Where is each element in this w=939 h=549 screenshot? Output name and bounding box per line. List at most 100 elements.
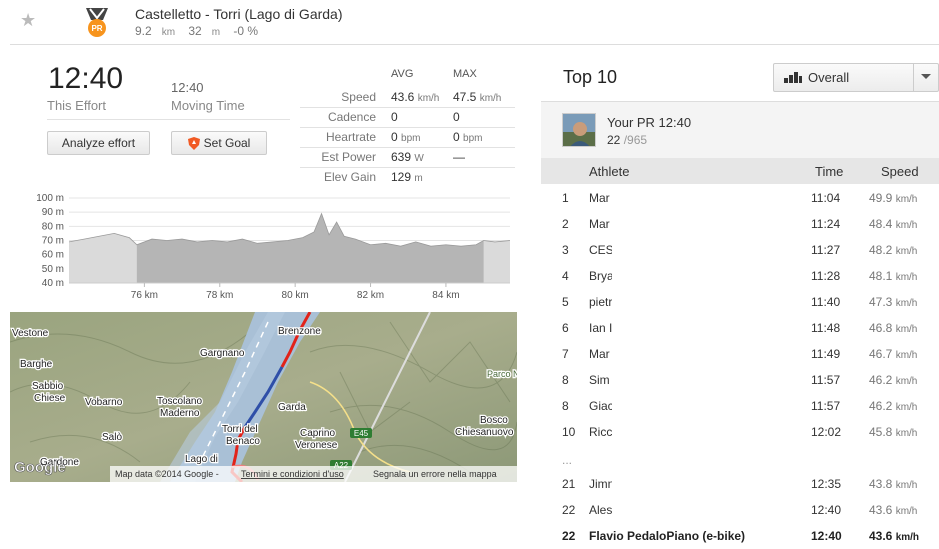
bar-chart-icon [784,72,802,83]
stat-avg: 639 W [391,150,424,164]
x-tick-label: 84 km [432,290,459,301]
y-tick-label: 50 m [42,264,64,275]
row-athlete-name[interactable]: pietr [589,295,612,309]
row-time: 11:48 [811,321,841,335]
star-icon[interactable]: ★ [20,10,36,31]
map-label: Lago di [185,454,218,465]
y-tick-label: 90 m [42,207,64,218]
row-time: 11:49 [811,347,841,361]
row-athlete-name[interactable]: Ricc [589,425,612,439]
map-label: Vobarno [85,397,123,408]
map-label: Salò [102,432,122,443]
row-speed: 46.2 km/h [869,399,918,413]
y-tick-label: 70 m [42,236,64,247]
map-label: Parco Naturale [487,369,517,379]
avg-header: AVG [391,68,414,80]
map-label: Torri del [222,424,258,435]
segment-grade: -0 % [233,24,259,38]
col-time[interactable]: Time [815,164,843,179]
row-athlete-name[interactable]: Giac [589,399,614,413]
row-athlete-name[interactable]: Ales [589,503,612,517]
row-athlete-name[interactable]: Mar [589,191,610,205]
map-report-link: Segnala un errore nella mappa [373,469,497,479]
row-athlete-name[interactable]: Mar [589,347,610,361]
row-speed: 48.2 km/h [869,243,918,257]
row-athlete-name[interactable]: Flavio PedaloPiano (e-bike) [589,529,745,543]
row-speed: 48.4 km/h [869,217,918,231]
col-athlete[interactable]: Athlete [589,164,629,179]
row-speed: 45.8 km/h [869,425,918,439]
row-athlete-name[interactable]: Mar [589,217,610,231]
x-tick-label: 78 km [206,290,233,301]
svg-text:PR: PR [91,24,102,33]
segment-stats: 9.2 km 32 m -0 % [135,24,259,38]
y-tick-label: 40 m [42,278,64,289]
y-tick-label: 60 m [42,250,64,261]
header-divider [10,44,939,45]
stat-avg: 0 bpm [391,130,421,144]
row-rank: 7 [562,347,569,361]
segment-map[interactable]: Vestone Barghe Sabbio Chiese Vobarno Tos… [10,312,517,482]
stat-label: Speed [341,90,376,104]
row-speed: 46.2 km/h [869,373,918,387]
map-label: Chiesanuovo [455,427,514,438]
stat-avg: 0 [391,110,398,124]
row-rank: 3 [562,243,569,257]
map-label: Maderno [160,408,200,419]
row-speed: 46.7 km/h [869,347,918,361]
map-label: Garda [278,402,306,413]
segment-distance: 9.2 [135,24,152,38]
avatar[interactable] [562,113,596,147]
moving-time-label: Moving Time [171,98,245,113]
effort-time-label: This Effort [47,98,107,113]
leaderboard-ellipsis: ... [562,453,573,467]
stat-label: Est Power [321,150,376,164]
chevron-down-icon[interactable] [921,74,931,79]
segment-title[interactable]: Castelletto - Torri (Lago di Garda) [135,6,343,22]
elevation-chart[interactable]: 100 m 90 m 80 m 70 m 60 m 50 m 40 m 76 km 78 km 8… [10,192,515,302]
row-rank: 6 [562,321,569,335]
row-athlete-name[interactable]: Ian I [589,321,612,335]
row-time: 11:04 [811,191,841,205]
leaderboard-title: Top 10 [563,67,618,87]
max-header: MAX [453,68,477,80]
stat-label: Elev Gain [323,170,376,184]
row-speed: 43.6 km/h [869,503,918,517]
svg-text:E45: E45 [354,429,369,438]
row-speed: 46.8 km/h [869,321,918,335]
row-rank: 22 [562,529,576,543]
map-canvas: Vestone Barghe Sabbio Chiese Vobarno Tos… [10,312,517,482]
row-rank: 10 [562,425,576,439]
row-athlete-name[interactable]: Brya [589,269,614,283]
row-time: 12:40 [811,529,842,543]
analyze-effort-button[interactable]: Analyze effort [47,131,150,155]
row-rank: 21 [562,477,576,491]
row-athlete-name[interactable]: Sim [589,373,610,387]
row-rank: 22 [562,503,576,517]
effort-time: 12:40 [48,62,124,95]
map-label: Veronese [295,440,338,451]
row-time: 11:24 [811,217,841,231]
map-label: Barghe [20,359,53,370]
row-rank: 8 [562,373,569,387]
your-pr-rank: 22 /965 [607,133,648,147]
row-rank: 4 [562,269,569,283]
map-label: Chiese [34,393,66,404]
row-speed: 43.8 km/h [869,477,918,491]
row-rank: 1 [562,191,569,205]
stat-divider [300,147,515,148]
map-label: Sabbio [32,381,64,392]
row-athlete-name[interactable]: CES [589,243,614,257]
row-athlete-name[interactable]: Jimn [589,477,614,491]
row-time: 11:57 [811,399,841,413]
stat-divider [300,167,515,168]
set-goal-button[interactable]: Set Goal [171,131,267,155]
your-pr-box [541,102,939,158]
overall-filter-label[interactable]: Overall [808,70,849,85]
col-speed[interactable]: Speed [881,164,919,179]
row-speed: 49.9 km/h [869,191,918,205]
stat-avg: 129 m [391,170,423,184]
row-speed: 48.1 km/h [869,269,918,283]
row-time: 12:40 [811,503,842,517]
row-speed: 43.6 km/h [869,529,920,543]
